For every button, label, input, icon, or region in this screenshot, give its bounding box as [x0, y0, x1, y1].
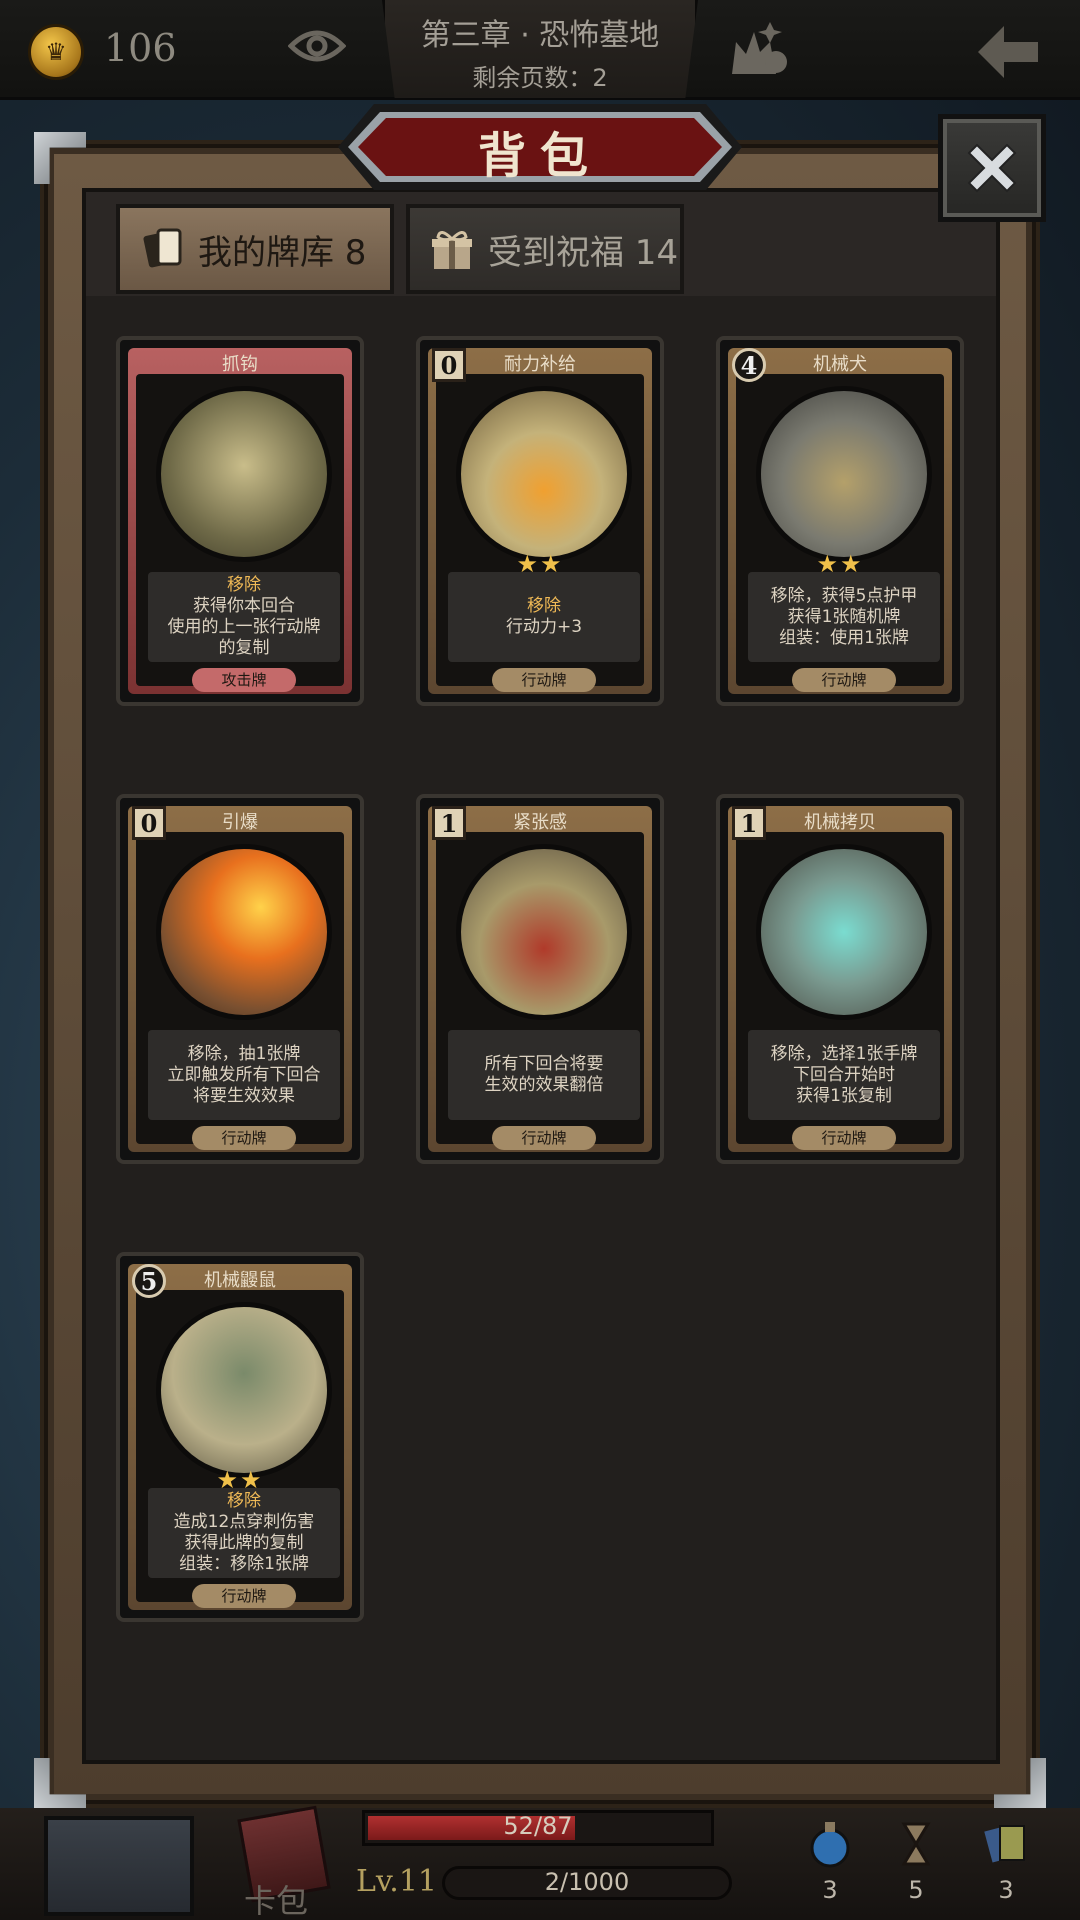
resource-potion-count: 3: [822, 1876, 838, 1904]
card[interactable]: 引爆 0 移除，抽1张牌 立即触发所有下回合 将要生效效果 行动牌: [116, 794, 364, 1164]
resource-cards[interactable]: 3: [966, 1820, 1046, 1910]
card-description-line: 生效的效果翻倍: [484, 1075, 604, 1095]
tab-blessings[interactable]: 受到祝福 14: [406, 204, 684, 294]
resource-potion[interactable]: 3: [790, 1820, 870, 1910]
card-description-line: 获得你本回合: [193, 596, 295, 616]
close-icon: [967, 143, 1017, 193]
gift-icon: [432, 231, 472, 269]
card-description: 移除 行动力+3: [448, 572, 640, 662]
card-description: 移除，获得5点护甲 获得1张随机牌 组装：使用1张牌: [748, 572, 940, 662]
card[interactable]: 机械拷贝 1 移除，选择1张手牌 下回合开始时 获得1张复制 行动牌: [716, 794, 964, 1164]
card-type-badge: 攻击牌: [192, 668, 296, 692]
card-description-line: 获得此牌的复制: [184, 1533, 304, 1553]
card-description: 移除，抽1张牌 立即触发所有下回合 将要生效效果: [148, 1030, 340, 1120]
resource-cards-count: 3: [998, 1876, 1014, 1904]
card-description: 移除 获得你本回合 使用的上一张行动牌 的复制: [148, 572, 340, 662]
pet-icon[interactable]: [726, 18, 790, 78]
card-description-line: 移除: [527, 596, 561, 616]
chapter-title: 第三章 · 恐怖墓地: [420, 18, 660, 53]
card[interactable]: 机械犬 4 ★★ 移除，获得5点护甲 获得1张随机牌 组装：使用1张牌 行动牌: [716, 336, 964, 706]
blue-potion-icon: [810, 1822, 850, 1868]
card-description-line: 造成12点穿刺伤害: [173, 1512, 315, 1532]
gold-coin-icon: ♛: [28, 24, 84, 80]
card-art: [156, 844, 332, 1020]
card-cost: 5: [132, 1264, 166, 1298]
card-art: [756, 844, 932, 1020]
card-type-badge: 行动牌: [492, 668, 596, 692]
card-description-line: 移除: [227, 1491, 261, 1511]
card-art: [456, 844, 632, 1020]
inventory-chest-icon[interactable]: [44, 1816, 194, 1916]
tab-my-deck-label: 我的牌库 8: [198, 232, 367, 273]
card[interactable]: 抓钩移除 获得你本回合 使用的上一张行动牌 的复制攻击牌: [116, 336, 364, 706]
panel-title: 背包: [477, 128, 602, 184]
game-screen: ♛ 106 第三章 · 恐怖墓地 剩余页数：2 背包 我的牌库 8 受到祝福 1…: [0, 0, 1080, 1920]
tab-blessings-label: 受到祝福 14: [488, 232, 679, 273]
cards-icon: [143, 228, 182, 268]
card-cost: 1: [432, 806, 466, 840]
card-description-line: 使用的上一张行动牌: [167, 617, 321, 637]
card-art: [456, 386, 632, 562]
card-description-line: 移除，选择1张手牌: [770, 1043, 918, 1064]
back-arrow-icon[interactable]: [974, 22, 1042, 82]
card-description-line: 行动力+3: [505, 617, 583, 637]
card-description-line: 所有下回合将要: [484, 1054, 604, 1074]
close-button[interactable]: [938, 114, 1046, 222]
card-description-line: 获得1张随机牌: [787, 606, 901, 627]
resource-hourglass-count: 5: [908, 1876, 924, 1904]
card-description: 移除 造成12点穿刺伤害 获得此牌的复制 组装：移除1张牌: [148, 1488, 340, 1578]
tab-my-deck[interactable]: 我的牌库 8: [116, 204, 394, 294]
hourglass-icon: [901, 1822, 931, 1866]
card-description-line: 的复制: [218, 638, 270, 658]
card-description-line: 下回合开始时: [793, 1064, 895, 1085]
card-type-badge: 行动牌: [792, 668, 896, 692]
card-description-line: 移除，获得5点护甲: [770, 585, 918, 606]
card[interactable]: 机械鼹鼠 5 ★★ 移除 造成12点穿刺伤害 获得此牌的复制 组装：移除1张牌 行动牌: [116, 1252, 364, 1622]
card-description-line: 移除，抽1张牌: [187, 1043, 301, 1064]
pages-remaining: 剩余页数：2: [472, 64, 608, 92]
card-name: 抓钩: [222, 354, 258, 375]
card-description-line: 立即触发所有下回合: [167, 1064, 321, 1085]
resource-hourglass[interactable]: 5: [876, 1820, 956, 1910]
card-pack-label[interactable]: 卡包: [244, 1876, 324, 1920]
card-art: [156, 1302, 332, 1478]
level-label: Lv.11: [356, 1864, 438, 1899]
card[interactable]: 紧张感 1 所有下回合将要 生效的效果翻倍 行动牌: [416, 794, 664, 1164]
card-description-line: 组装：移除1张牌: [179, 1554, 309, 1574]
card-cost: 4: [732, 348, 766, 382]
card-art: [156, 386, 332, 562]
card-description-line: 将要生效效果: [193, 1085, 295, 1106]
gold-count: 106: [104, 26, 177, 70]
card-type-badge: 行动牌: [192, 1584, 296, 1608]
card-type-badge: 行动牌: [192, 1126, 296, 1150]
card-type-badge: 行动牌: [792, 1126, 896, 1150]
hp-text: 52/87: [503, 1812, 573, 1840]
card-type-badge: 行动牌: [492, 1126, 596, 1150]
card-cost: 0: [132, 806, 166, 840]
eye-icon[interactable]: [288, 26, 346, 66]
card-description: 移除，选择1张手牌 下回合开始时 获得1张复制: [748, 1030, 940, 1120]
card[interactable]: 耐力补给 0 ★★ 移除 行动力+3 行动牌: [416, 336, 664, 706]
card-description: 所有下回合将要 生效的效果翻倍: [448, 1030, 640, 1120]
card-art: [756, 386, 932, 562]
card-description-line: 移除: [227, 575, 261, 595]
card-description-line: 组装：使用1张牌: [779, 627, 909, 648]
xp-text: 2/1000: [544, 1868, 630, 1896]
card-cost: 1: [732, 806, 766, 840]
card-cost: 0: [432, 348, 466, 382]
chapter-box: 第三章 · 恐怖墓地 剩余页数：2: [382, 0, 698, 98]
cards-icon: [984, 1825, 1025, 1863]
card-description-line: 获得1张复制: [796, 1085, 892, 1106]
